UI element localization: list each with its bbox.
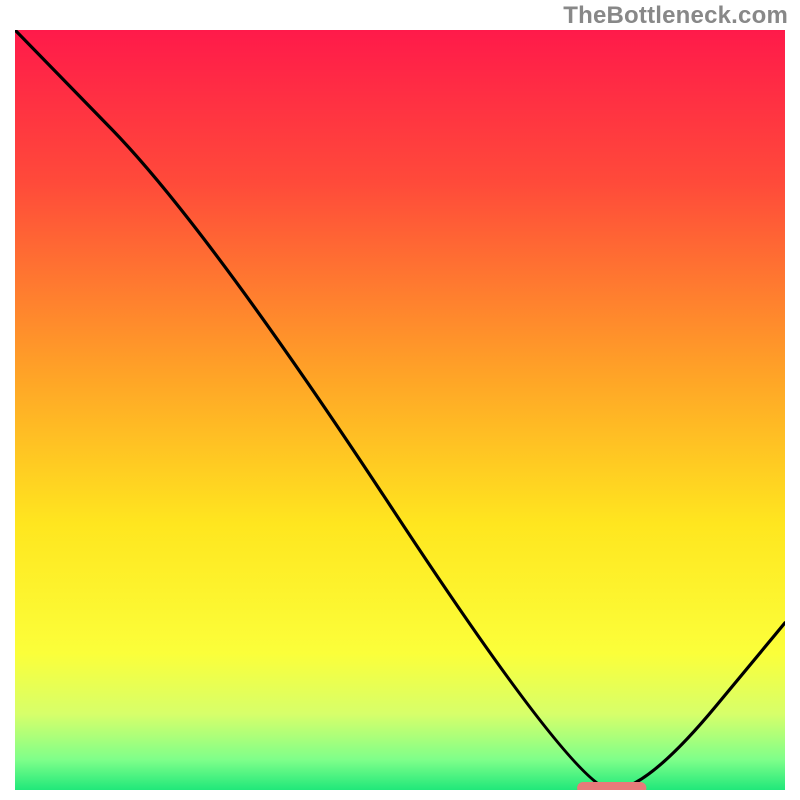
optimal-marker	[577, 782, 646, 790]
chart-svg	[15, 30, 785, 790]
watermark-text: TheBottleneck.com	[563, 2, 788, 30]
chart-background	[15, 30, 785, 790]
chart-frame: TheBottleneck.com	[0, 0, 800, 800]
